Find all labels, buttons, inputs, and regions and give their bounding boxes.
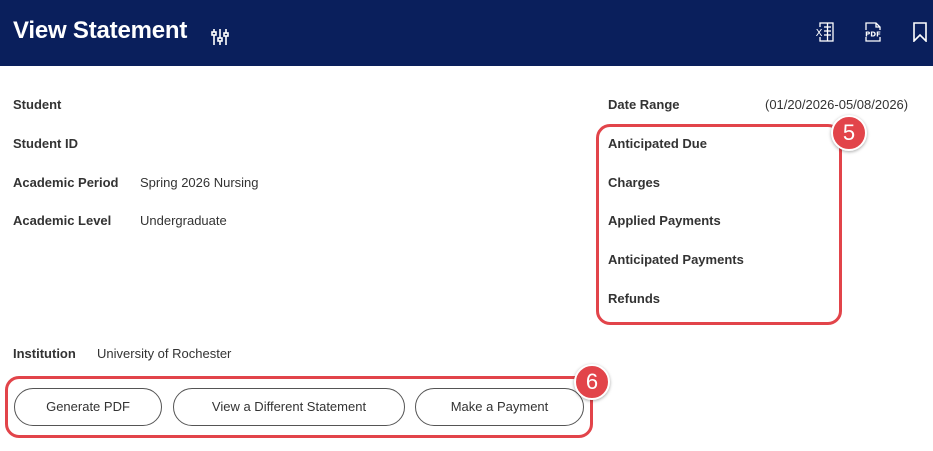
excel-export-icon[interactable]: X bbox=[813, 21, 835, 43]
academic-period-label: Academic Period bbox=[13, 175, 119, 190]
academic-period-value: Spring 2026 Nursing bbox=[140, 175, 259, 190]
page-title: View Statement bbox=[13, 17, 188, 44]
date-range-label: Date Range bbox=[608, 97, 680, 112]
page-header: View Statement X PDF bbox=[0, 0, 933, 66]
institution-value: University of Rochester bbox=[97, 346, 232, 361]
date-range-value: (01/20/2026-05/08/2026) bbox=[765, 97, 909, 112]
callout-badge-6: 6 bbox=[574, 364, 610, 400]
student-id-label: Student ID bbox=[13, 136, 78, 151]
bookmark-icon[interactable] bbox=[912, 22, 928, 42]
pdf-export-icon[interactable]: PDF bbox=[862, 21, 884, 43]
academic-level-label: Academic Level bbox=[13, 213, 112, 228]
pdf-icon-text: PDF bbox=[865, 31, 881, 39]
callout-badge-5: 5 bbox=[831, 115, 867, 151]
academic-level-value: Undergraduate bbox=[140, 213, 227, 228]
buttons-callout-box bbox=[5, 376, 593, 438]
excel-icon-text: X bbox=[816, 28, 823, 39]
tune-icon[interactable] bbox=[210, 27, 230, 47]
student-label: Student bbox=[13, 97, 62, 112]
summary-callout-box bbox=[596, 124, 842, 325]
institution-label: Institution bbox=[13, 346, 76, 361]
